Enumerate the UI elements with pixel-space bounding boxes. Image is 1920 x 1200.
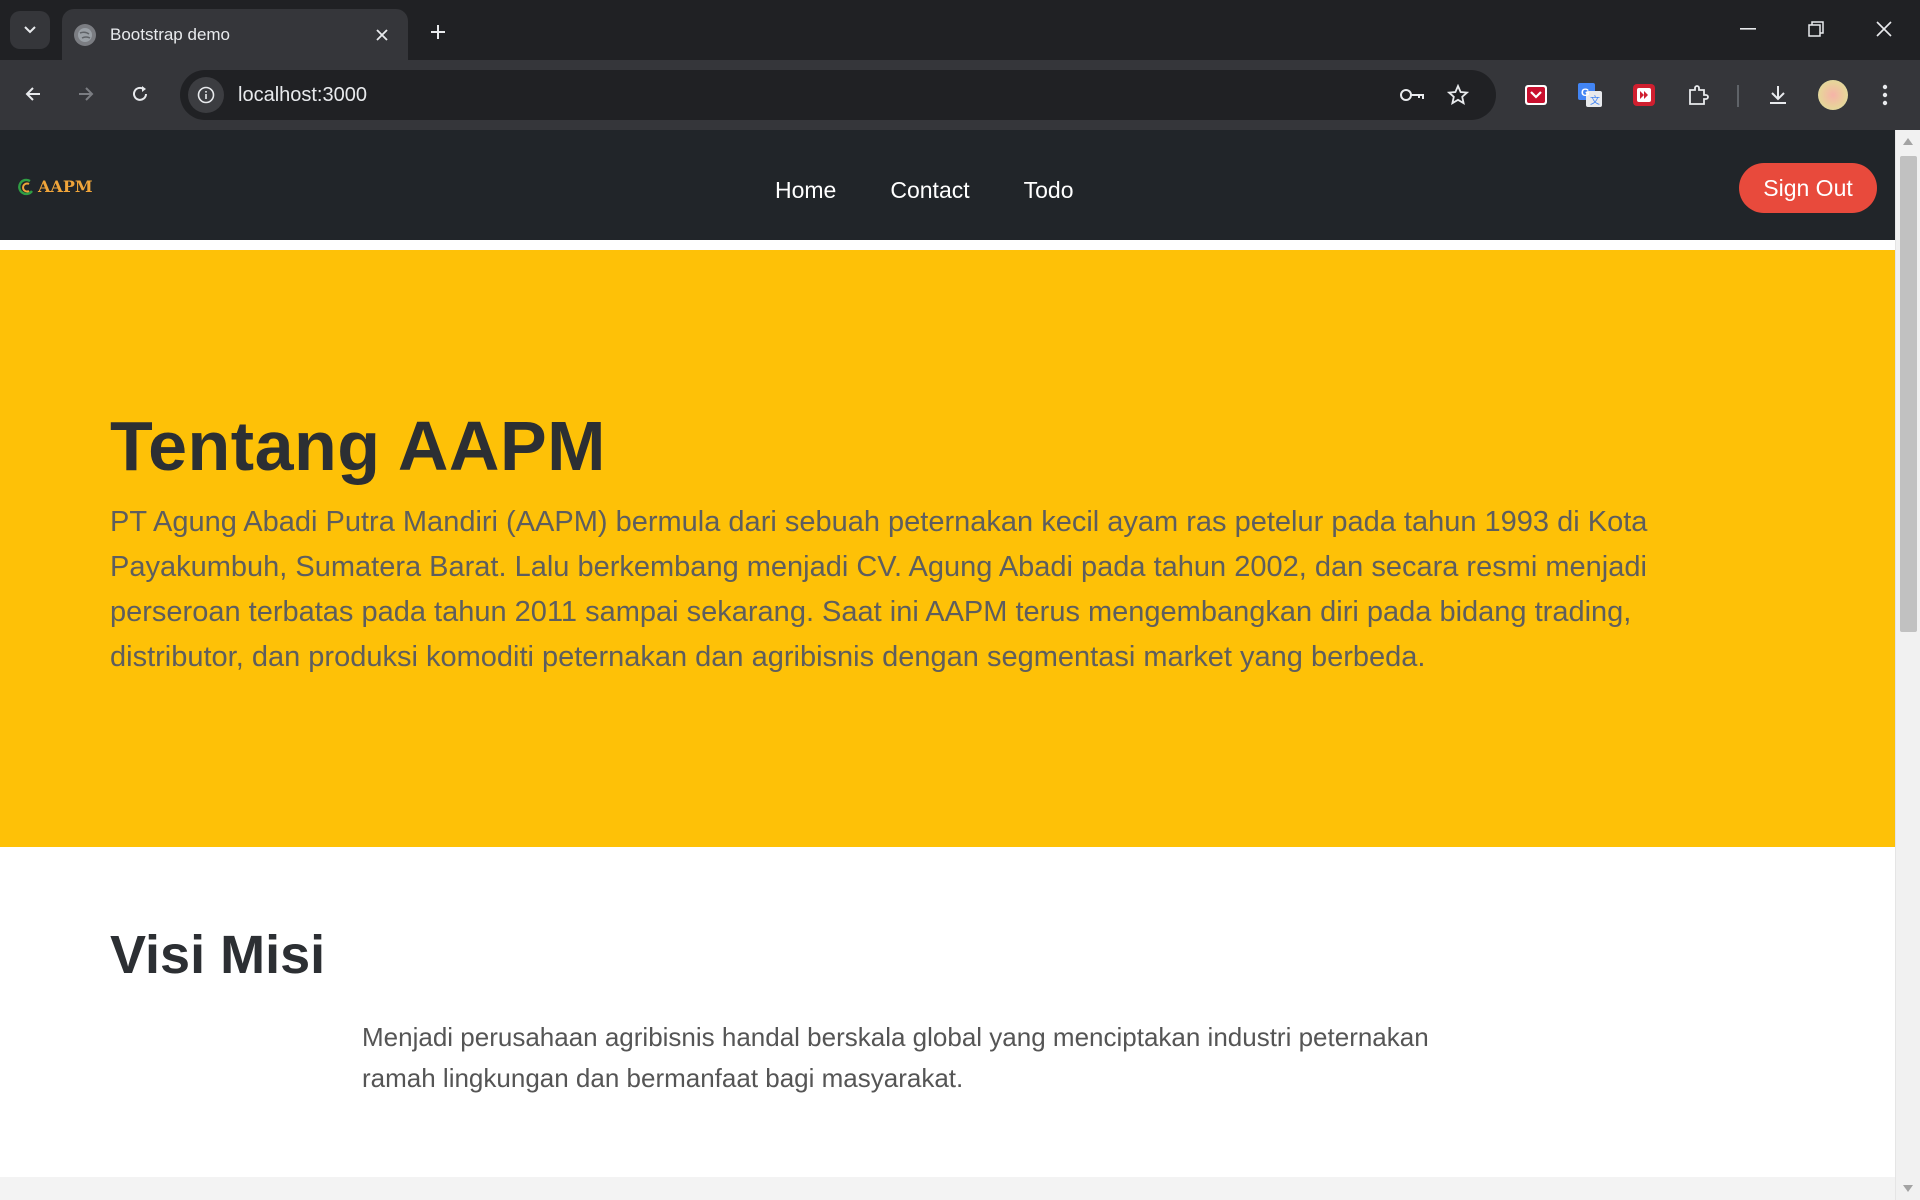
reload-icon[interactable] bbox=[120, 74, 160, 114]
tab-strip: Bootstrap demo bbox=[0, 0, 1920, 60]
sign-out-button[interactable]: Sign Out bbox=[1739, 163, 1877, 213]
about-text: PT Agung Abadi Putra Mandiri (AAPM) berm… bbox=[110, 506, 1648, 673]
back-icon[interactable] bbox=[13, 74, 53, 114]
restore-icon[interactable] bbox=[1788, 8, 1844, 50]
scrollbar-thumb[interactable] bbox=[1900, 156, 1917, 632]
forward-icon[interactable] bbox=[66, 74, 106, 114]
profile-avatar[interactable] bbox=[1818, 80, 1848, 110]
brand-name: AAPM bbox=[38, 177, 93, 196]
visi-misi-text: Menjadi perusahaan agribisnis handal ber… bbox=[362, 1022, 1429, 1093]
translate-extension-icon[interactable]: G文 bbox=[1572, 77, 1608, 113]
browser-tab[interactable]: Bootstrap demo bbox=[62, 9, 408, 60]
site-info-icon[interactable] bbox=[188, 77, 224, 113]
plus-icon[interactable] bbox=[420, 14, 456, 50]
puzzle-icon[interactable] bbox=[1680, 77, 1716, 113]
download-icon[interactable] bbox=[1760, 77, 1796, 113]
page-scrollbar[interactable] bbox=[1895, 130, 1920, 1200]
key-icon[interactable] bbox=[1392, 75, 1432, 115]
nav-link-home[interactable]: Home bbox=[775, 172, 836, 208]
about-title: Tentang AAPM bbox=[110, 407, 606, 485]
scroll-down-icon[interactable] bbox=[1903, 1185, 1913, 1192]
url-text: localhost:3000 bbox=[238, 83, 367, 106]
next-section-edge bbox=[0, 1177, 1895, 1200]
pocket-extension-icon[interactable] bbox=[1518, 77, 1554, 113]
svg-text:文: 文 bbox=[1590, 94, 1600, 107]
site-navbar: AAPM Home Contact Todo Sign Out bbox=[0, 130, 1895, 245]
page-viewport: AAPM Home Contact Todo Sign Out Tentang … bbox=[0, 130, 1895, 1200]
star-icon[interactable] bbox=[1438, 75, 1478, 115]
svg-text:G: G bbox=[1581, 87, 1590, 99]
nav-link-contact[interactable]: Contact bbox=[890, 172, 969, 208]
about-section: Tentang AAPM PT Agung Abadi Putra Mandir… bbox=[0, 250, 1895, 847]
address-bar[interactable]: localhost:3000 bbox=[180, 70, 1496, 120]
nav-link-todo[interactable]: Todo bbox=[1024, 172, 1074, 208]
main-nav: Home Contact Todo bbox=[775, 172, 1128, 208]
toolbar-divider bbox=[1737, 85, 1739, 107]
video-extension-icon[interactable] bbox=[1626, 77, 1662, 113]
visi-misi-section: Visi Misi Menjadi perusahaan agribisnis … bbox=[0, 847, 1895, 1200]
scroll-up-icon[interactable] bbox=[1903, 138, 1913, 145]
window-close-icon[interactable] bbox=[1856, 8, 1912, 50]
minimize-icon[interactable] bbox=[1720, 8, 1776, 50]
close-icon[interactable] bbox=[370, 23, 394, 47]
brand-logo-icon bbox=[18, 178, 33, 195]
globe-icon bbox=[74, 23, 96, 46]
kebab-menu-icon[interactable] bbox=[1867, 77, 1903, 113]
visi-misi-title: Visi Misi bbox=[110, 925, 326, 985]
brand[interactable]: AAPM bbox=[18, 177, 93, 196]
tab-title: Bootstrap demo bbox=[110, 24, 231, 44]
browser-toolbar: localhost:3000 G文 bbox=[0, 60, 1920, 130]
tab-search-icon[interactable] bbox=[10, 11, 50, 49]
